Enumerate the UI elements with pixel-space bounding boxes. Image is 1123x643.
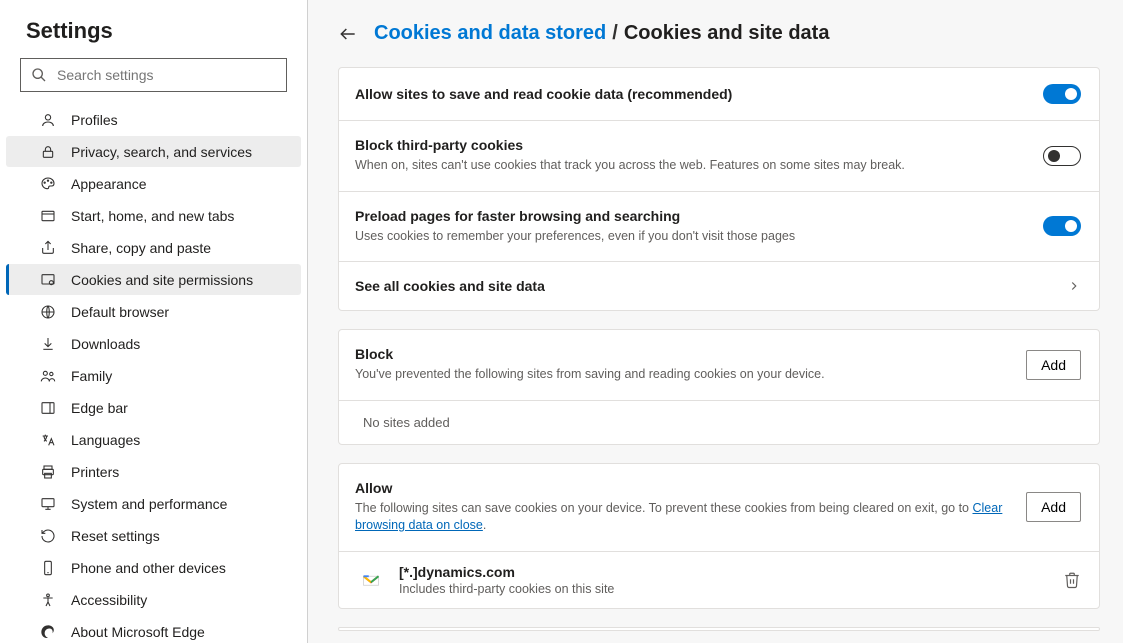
sidebar-nav: Profiles Privacy, search, and services A… (0, 104, 307, 643)
accessibility-icon (39, 592, 57, 608)
sidebar-item-printers[interactable]: Printers (6, 456, 301, 487)
browser-icon (39, 304, 57, 320)
edge-icon (39, 624, 57, 640)
allow-sub: The following sites can save cookies on … (355, 500, 1012, 535)
chevron-right-icon (1067, 279, 1081, 293)
sidebar-item-label: Accessibility (71, 592, 147, 608)
sidebar-item-label: Family (71, 368, 112, 384)
sidebar-item-edgebar[interactable]: Edge bar (6, 392, 301, 423)
sidebar-item-label: Share, copy and paste (71, 240, 211, 256)
block-sub: You've prevented the following sites fro… (355, 366, 1012, 384)
tab-icon (39, 208, 57, 224)
appearance-icon (39, 176, 57, 192)
page-title: Settings (0, 18, 307, 44)
breadcrumb-row: Cookies and data stored / Cookies and si… (338, 22, 1123, 45)
allow-section: Allow The following sites can save cooki… (338, 463, 1100, 609)
block-add-button[interactable]: Add (1026, 350, 1081, 380)
sidebar-item-cookies[interactable]: Cookies and site permissions (6, 264, 301, 295)
sidebar-item-label: Downloads (71, 336, 140, 352)
search-icon (31, 67, 47, 83)
system-icon (39, 496, 57, 512)
sidebar-item-label: Profiles (71, 112, 118, 128)
sidebar-item-reset[interactable]: Reset settings (6, 520, 301, 551)
download-icon (39, 336, 57, 352)
allow-site-sub: Includes third-party cookies on this sit… (399, 582, 1045, 596)
printer-icon (39, 464, 57, 480)
breadcrumb-separator: / (612, 22, 618, 45)
main-content: Cookies and data stored / Cookies and si… (308, 0, 1123, 643)
language-icon (39, 432, 57, 448)
sidebar-item-share[interactable]: Share, copy and paste (6, 232, 301, 263)
search-settings-wrap[interactable] (20, 58, 287, 92)
profile-icon (39, 112, 57, 128)
preload-sub: Uses cookies to remember your preference… (355, 228, 1029, 246)
settings-sidebar: Settings Profiles Privacy, search, and s… (0, 0, 308, 643)
sidebar-item-downloads[interactable]: Downloads (6, 328, 301, 359)
sidebar-icon (39, 400, 57, 416)
sidebar-item-system[interactable]: System and performance (6, 488, 301, 519)
block-empty-message: No sites added (339, 401, 1099, 444)
lock-icon (39, 144, 57, 160)
sidebar-item-appearance[interactable]: Appearance (6, 168, 301, 199)
see-all-cookies-title: See all cookies and site data (355, 278, 1053, 294)
allow-add-button[interactable]: Add (1026, 492, 1081, 522)
sidebar-item-start[interactable]: Start, home, and new tabs (6, 200, 301, 231)
allow-cookies-row: Allow sites to save and read cookie data… (339, 68, 1099, 121)
sidebar-item-label: Default browser (71, 304, 169, 320)
allow-cookies-toggle[interactable] (1043, 84, 1081, 104)
block-header-row: Block You've prevented the following sit… (339, 330, 1099, 401)
site-favicon (361, 570, 381, 590)
sidebar-item-family[interactable]: Family (6, 360, 301, 391)
block-section: Block You've prevented the following sit… (338, 329, 1100, 445)
delete-site-button[interactable] (1063, 571, 1081, 589)
sidebar-item-label: System and performance (71, 496, 227, 512)
next-card-peek (338, 627, 1100, 631)
allow-cookies-title: Allow sites to save and read cookie data… (355, 86, 1029, 102)
cookie-settings-card: Allow sites to save and read cookie data… (338, 67, 1100, 311)
sidebar-item-accessibility[interactable]: Accessibility (6, 584, 301, 615)
sidebar-item-label: Privacy, search, and services (71, 144, 252, 160)
breadcrumb-parent-link[interactable]: Cookies and data stored (374, 22, 606, 45)
allow-header-row: Allow The following sites can save cooki… (339, 464, 1099, 552)
allow-sub-suffix: . (483, 518, 486, 532)
preload-row: Preload pages for faster browsing and se… (339, 192, 1099, 263)
back-button[interactable] (338, 24, 358, 44)
sidebar-item-label: Appearance (71, 176, 147, 192)
preload-toggle[interactable] (1043, 216, 1081, 236)
block-third-party-toggle[interactable] (1043, 146, 1081, 166)
allow-title: Allow (355, 480, 1012, 496)
sidebar-item-about[interactable]: About Microsoft Edge (6, 616, 301, 643)
block-title: Block (355, 346, 1012, 362)
block-third-party-row: Block third-party cookies When on, sites… (339, 121, 1099, 192)
allow-site-name: [*.]dynamics.com (399, 564, 1045, 580)
sidebar-item-label: Phone and other devices (71, 560, 226, 576)
share-icon (39, 240, 57, 256)
sidebar-item-label: Printers (71, 464, 119, 480)
preload-title: Preload pages for faster browsing and se… (355, 208, 1029, 224)
sidebar-item-label: Edge bar (71, 400, 128, 416)
family-icon (39, 368, 57, 384)
sidebar-item-phone[interactable]: Phone and other devices (6, 552, 301, 583)
permissions-icon (39, 272, 57, 288)
sidebar-item-profiles[interactable]: Profiles (6, 104, 301, 135)
sidebar-item-label: Cookies and site permissions (71, 272, 253, 288)
allow-site-row: [*.]dynamics.com Includes third-party co… (339, 552, 1099, 608)
sidebar-item-label: Start, home, and new tabs (71, 208, 234, 224)
sidebar-item-label: Reset settings (71, 528, 160, 544)
see-all-cookies-row[interactable]: See all cookies and site data (339, 262, 1099, 310)
sidebar-item-privacy[interactable]: Privacy, search, and services (6, 136, 301, 167)
sidebar-item-languages[interactable]: Languages (6, 424, 301, 455)
sidebar-item-label: About Microsoft Edge (71, 624, 205, 640)
reset-icon (39, 528, 57, 544)
search-input[interactable] (57, 67, 286, 83)
sidebar-item-default-browser[interactable]: Default browser (6, 296, 301, 327)
breadcrumb-current: Cookies and site data (624, 22, 830, 45)
allow-sub-prefix: The following sites can save cookies on … (355, 501, 972, 515)
phone-icon (39, 560, 57, 576)
block-third-party-title: Block third-party cookies (355, 137, 1029, 153)
block-third-party-sub: When on, sites can't use cookies that tr… (355, 157, 1029, 175)
breadcrumb: Cookies and data stored / Cookies and si… (374, 22, 829, 45)
sidebar-item-label: Languages (71, 432, 140, 448)
